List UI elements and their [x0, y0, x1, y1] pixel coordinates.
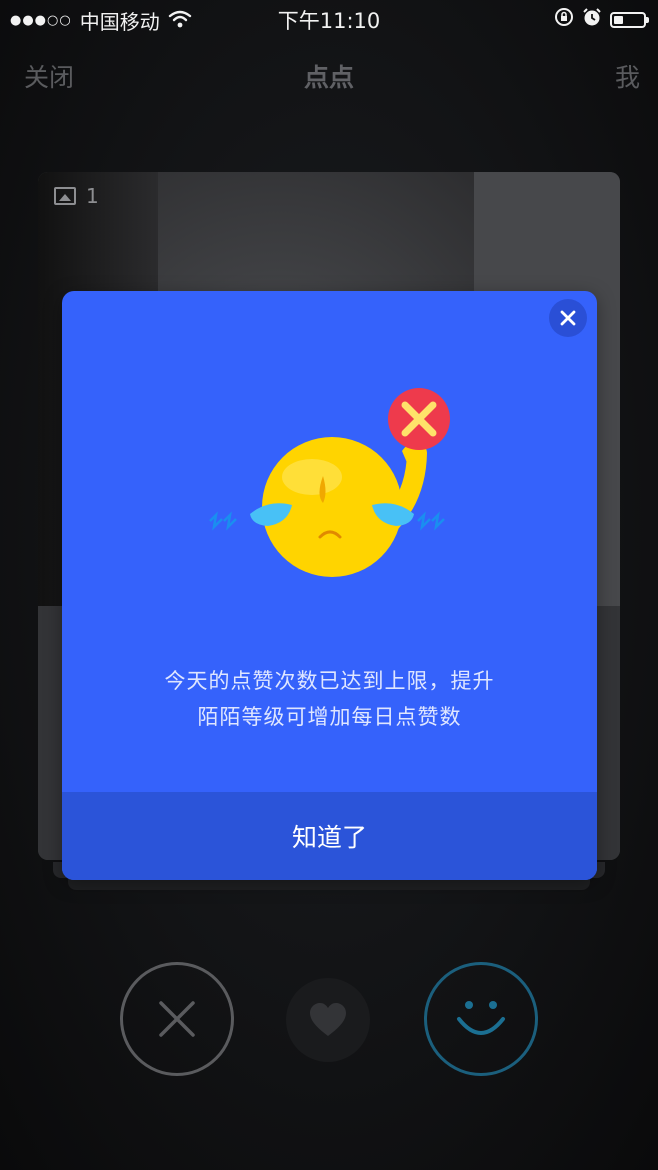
- close-icon: [560, 310, 576, 326]
- photo-count: 1: [54, 184, 99, 208]
- like-limit-dialog: 今天的点赞次数已达到上限，提升 陌陌等级可增加每日点赞数 知道了: [62, 291, 597, 880]
- close-icon: [159, 1001, 195, 1037]
- page-title: 点点: [303, 63, 354, 92]
- dialog-message-line1: 今天的点赞次数已达到上限，提升: [164, 669, 495, 693]
- orientation-lock-icon: [554, 7, 574, 32]
- status-right: [554, 7, 649, 32]
- dialog-message-line2: 陌陌等级可增加每日点赞数: [197, 705, 462, 729]
- action-bar: [0, 962, 658, 1078]
- heart-icon: [310, 1003, 346, 1036]
- smile-button[interactable]: [424, 962, 538, 1076]
- dialog-message: 今天的点赞次数已达到上限，提升 陌陌等级可增加每日点赞数: [62, 663, 597, 735]
- smile-icon: [457, 1001, 505, 1035]
- crying-face-illustration: [209, 388, 450, 577]
- dialog-close-button[interactable]: [549, 299, 587, 337]
- battery-icon: [610, 11, 649, 28]
- photo-count-value: 1: [86, 184, 99, 208]
- nav-bar: 关闭 点点 我: [0, 50, 658, 100]
- status-bar: ●●●○○ 中国移动 下午11:10: [0, 0, 658, 36]
- me-nav-button[interactable]: 我: [615, 58, 640, 94]
- alarm-icon: [582, 7, 602, 32]
- acknowledge-button[interactable]: 知道了: [62, 792, 597, 880]
- dislike-button[interactable]: [120, 962, 234, 1076]
- like-button[interactable]: [286, 978, 370, 1062]
- image-icon: [54, 187, 76, 205]
